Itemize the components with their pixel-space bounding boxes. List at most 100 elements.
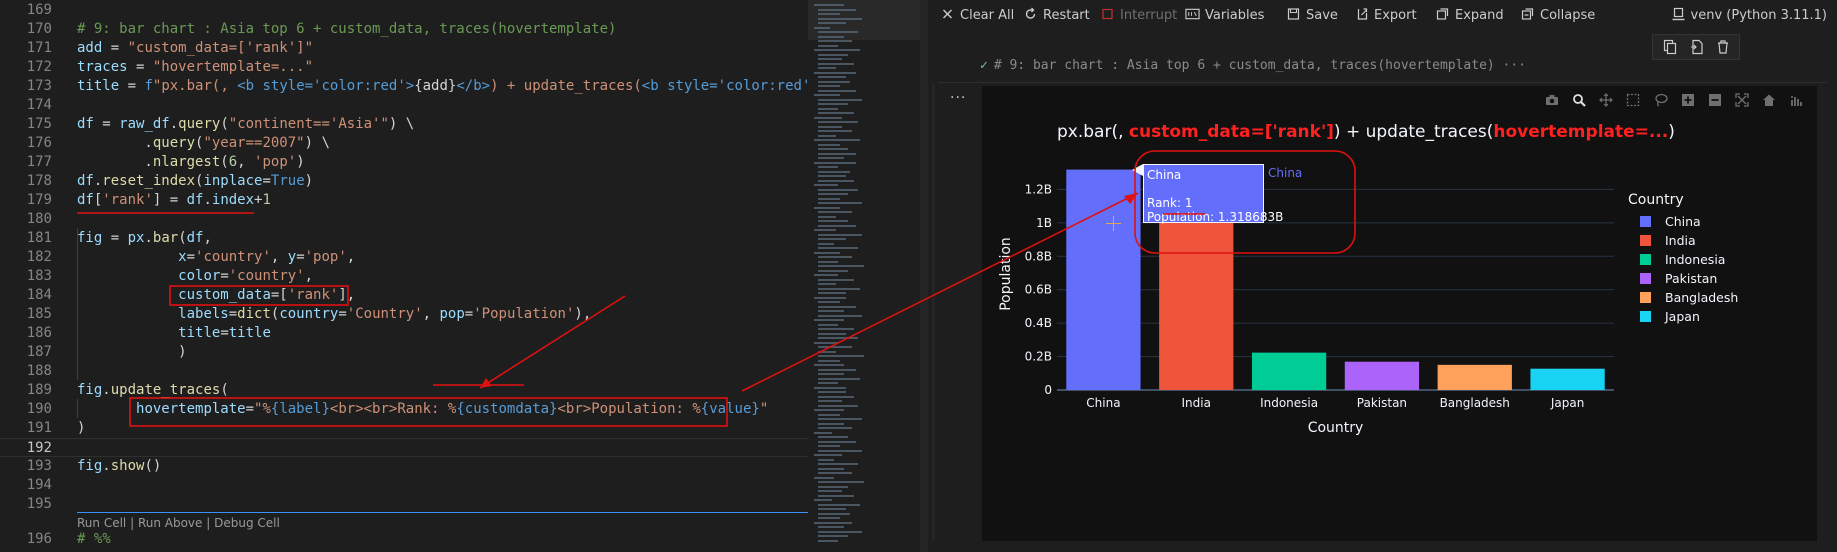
- code-line[interactable]: 179 df['rank'] = df.index+1: [0, 191, 808, 210]
- code-line[interactable]: 177 .nlargest(6, 'pop'): [0, 153, 808, 172]
- codelens: Run Cell | Run Above | Debug Cell: [77, 514, 280, 532]
- code-editor[interactable]: 169 170 # 9: bar chart : Asia top 6 + cust…: [0, 0, 808, 552]
- minimap-line: [814, 26, 830, 29]
- code-line[interactable]: 174: [0, 96, 808, 115]
- code-token: .: [77, 135, 153, 151]
- code-token: .: [102, 458, 111, 474]
- line-code: # %%: [77, 530, 111, 549]
- legend-item[interactable]: India: [1628, 231, 1803, 250]
- home-icon[interactable]: [1762, 93, 1776, 107]
- legend-item[interactable]: Indonesia: [1628, 250, 1803, 269]
- autoscale-icon[interactable]: [1735, 93, 1749, 107]
- code-line[interactable]: 186 title=title: [0, 324, 808, 343]
- code-line[interactable]: 191): [0, 419, 808, 438]
- plotly-figure[interactable]: 0 0.2B 0.4B 0.6B 0.8B 1B 1.2B China India Indones…: [982, 86, 1817, 541]
- code-line[interactable]: 194: [0, 476, 808, 495]
- bar-indonesia[interactable]: [1251, 352, 1327, 390]
- legend-item[interactable]: Bangladesh: [1628, 288, 1803, 307]
- code-line[interactable]: 178 df.reset_index(inplace=True): [0, 172, 808, 191]
- bar-china[interactable]: [1066, 169, 1141, 390]
- code-line[interactable]: 171 add = "custom_data=['rank']": [0, 39, 808, 58]
- variables-button[interactable]: Variables: [1185, 7, 1264, 25]
- goto-code-icon[interactable]: [1690, 39, 1704, 55]
- clear-all-button[interactable]: Clear All: [940, 7, 1014, 25]
- cell-separator: [77, 512, 808, 513]
- zoom-icon[interactable]: [1572, 93, 1587, 107]
- bar-japan[interactable]: [1530, 368, 1605, 390]
- code-line[interactable]: 183 color='country',: [0, 267, 808, 286]
- line-code: .nlargest(6, 'pop'): [77, 153, 304, 172]
- minimap-line: [818, 395, 854, 398]
- code-token: x: [178, 249, 187, 265]
- line-number: 182: [26, 249, 52, 265]
- code-line[interactable]: 173 title = f"px.bar(, <b style='color:re…: [0, 77, 808, 96]
- bar-bangladesh[interactable]: [1437, 364, 1512, 390]
- code-line[interactable]: 172 traces = "hovertemplate=...": [0, 58, 808, 77]
- legend-label: Bangladesh: [1665, 290, 1739, 305]
- minimap-line: [814, 319, 844, 321]
- box-select-icon[interactable]: [1626, 93, 1640, 107]
- code-line[interactable]: 176 .query("year==2007") \: [0, 134, 808, 153]
- minimap-viewport[interactable]: [808, 0, 928, 40]
- editor-scrollbar[interactable]: [920, 0, 928, 552]
- run-cell-link[interactable]: Run Cell: [77, 516, 126, 530]
- line-number: 175: [26, 116, 52, 132]
- legend-item[interactable]: Pakistan: [1628, 269, 1803, 288]
- export-button[interactable]: Export: [1354, 7, 1417, 25]
- code-token: .: [144, 230, 153, 246]
- cell-action-bar: [1652, 34, 1740, 60]
- interrupt-button[interactable]: Interrupt: [1100, 7, 1177, 25]
- copy-icon[interactable]: [1663, 39, 1677, 55]
- camera-icon[interactable]: [1545, 93, 1559, 107]
- code-token: nlargest: [152, 154, 221, 170]
- zoom-out-icon[interactable]: [1708, 93, 1722, 107]
- legend-item[interactable]: China: [1628, 212, 1803, 231]
- minimap-line: [818, 8, 856, 11]
- expand-button[interactable]: Expand: [1435, 7, 1504, 25]
- code-line[interactable]: 170 # 9: bar chart : Asia top 6 + custom_…: [0, 20, 808, 39]
- code-line[interactable]: 169: [0, 1, 808, 20]
- zoom-in-icon[interactable]: [1681, 93, 1695, 107]
- code-line[interactable]: 196 # %%: [0, 530, 808, 549]
- run-above-link[interactable]: Run Above: [138, 516, 202, 530]
- code-token: "px.bar(,: [152, 78, 238, 94]
- restart-button[interactable]: Restart: [1023, 7, 1090, 25]
- save-button[interactable]: Save: [1286, 7, 1338, 25]
- lasso-select-icon[interactable]: [1654, 93, 1668, 107]
- code-line[interactable]: 193 fig.show(): [0, 457, 808, 476]
- save-label: Save: [1306, 8, 1338, 23]
- code-token: hovertemplate: [136, 401, 246, 417]
- minimap-line: [814, 499, 832, 501]
- code-line[interactable]: 188: [0, 362, 808, 381]
- code-line[interactable]: 180: [0, 210, 808, 229]
- code-line[interactable]: 182 x='country', y='pop',: [0, 248, 808, 267]
- output-more-button[interactable]: ···: [950, 90, 966, 106]
- code-line[interactable]: 189 fig.update_traces(: [0, 381, 808, 400]
- code-line[interactable]: 190 hovertemplate="%{label}<br><br>Rank:…: [0, 400, 808, 419]
- legend-item[interactable]: Japan: [1628, 307, 1803, 326]
- cell-collapsed-input[interactable]: ✓ # 9: bar chart : Asia top 6 + custom_da…: [980, 57, 1526, 74]
- trash-icon[interactable]: [1716, 39, 1730, 55]
- codelens-separator: |: [126, 516, 138, 530]
- line-number: 174: [26, 97, 52, 113]
- minimap-line: [818, 58, 842, 60]
- kernel-picker[interactable]: venv (Python 3.11.1): [1671, 7, 1827, 25]
- y-tick-label: 0.6B: [1025, 283, 1052, 297]
- collapse-button[interactable]: Collapse: [1520, 7, 1595, 25]
- debug-cell-link[interactable]: Debug Cell: [214, 516, 280, 530]
- pan-icon[interactable]: [1599, 93, 1614, 107]
- line-number: 173: [26, 78, 52, 94]
- code-line[interactable]: 185 labels=dict(country='Country', pop='…: [0, 305, 808, 324]
- minimap[interactable]: [808, 0, 928, 552]
- code-line[interactable]: 175 df = raw_df.query("continent=='Asia'"…: [0, 115, 808, 134]
- code-line[interactable]: 181 fig = px.bar(df,: [0, 229, 808, 248]
- minimap-line: [814, 296, 846, 299]
- code-line[interactable]: 187 ): [0, 343, 808, 362]
- code-line[interactable]: 192: [0, 438, 808, 457]
- bar-india[interactable]: [1159, 204, 1234, 390]
- plotly-logo-icon[interactable]: [1789, 93, 1803, 107]
- code-line[interactable]: 184 custom_data=['rank'],: [0, 286, 808, 305]
- bar-pakistan[interactable]: [1344, 361, 1420, 390]
- code-token: =: [186, 249, 196, 265]
- minimap-line: [818, 418, 862, 420]
